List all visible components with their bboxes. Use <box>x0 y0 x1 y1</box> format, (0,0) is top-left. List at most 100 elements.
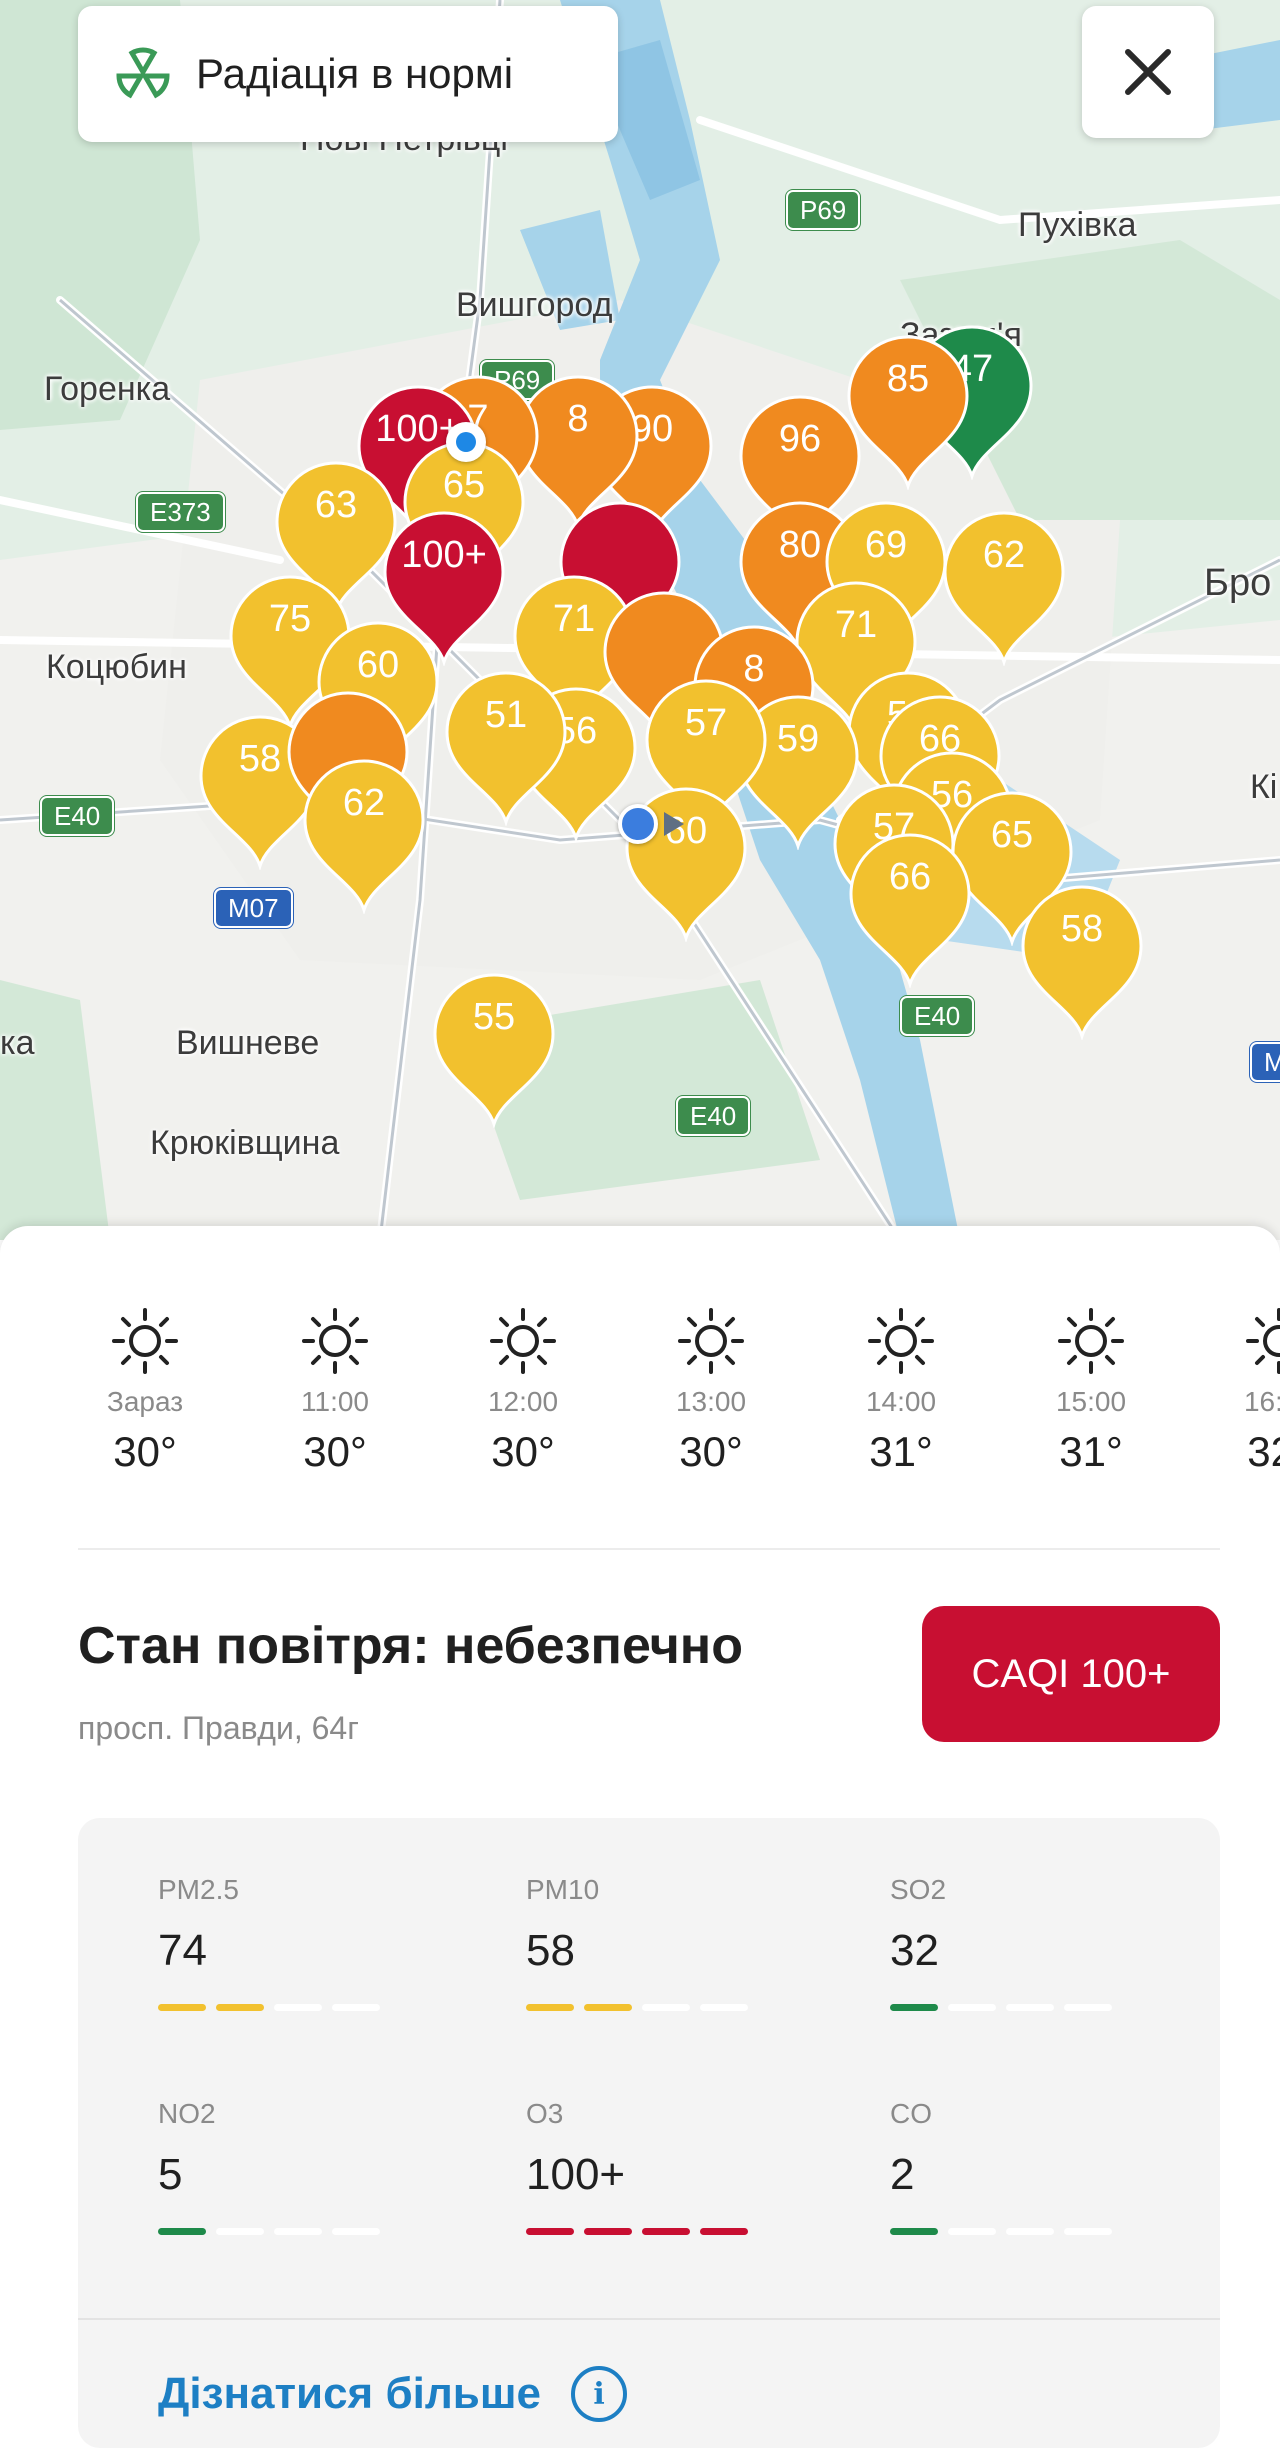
forecast-temp: 30° <box>303 1428 367 1475</box>
radiation-status-pill[interactable]: Радіація в нормі <box>78 6 618 142</box>
station-details-sheet: Зараз 30° 11:00 30° 12:00 30° 13:00 30° … <box>0 1226 1280 2460</box>
forecast-item: Зараз 30° <box>70 1306 220 1476</box>
learn-more-link[interactable]: Дізнатися більше i <box>158 2366 628 2422</box>
level-bar <box>1006 2004 1054 2011</box>
level-bar <box>526 2004 574 2011</box>
pollutant-value: 74 <box>158 1926 207 1975</box>
place-label: Пухівка <box>1018 206 1137 244</box>
aqi-marker-value: 62 <box>342 782 386 824</box>
section-divider <box>78 1548 1220 1550</box>
aqi-marker-value: 100+ <box>401 534 487 576</box>
sun-icon <box>1246 1308 1280 1374</box>
radiation-status-label: Радіація в нормі <box>196 50 514 97</box>
sun-icon <box>1058 1308 1124 1374</box>
selected-station-dot[interactable] <box>446 422 486 462</box>
level-bar <box>1064 2004 1112 2011</box>
aqi-marker-value: 62 <box>982 534 1026 576</box>
pollutant-level-bars <box>526 2004 786 2011</box>
level-bar <box>584 2228 632 2235</box>
aqi-marker[interactable]: 62 <box>299 754 429 914</box>
map-pin-icon <box>943 511 1065 666</box>
pollutant-no2: NO2 5 <box>158 2098 418 2235</box>
card-divider <box>78 2318 1220 2320</box>
pollutant-value: 2 <box>890 2150 915 2199</box>
level-bar <box>642 2228 690 2235</box>
forecast-time: 15:00 <box>1055 1386 1127 1417</box>
forecast-item: 14:00 31° <box>826 1306 976 1476</box>
place-label: Бро <box>1204 562 1272 604</box>
aqi-marker-value: 55 <box>472 996 516 1038</box>
map-pin-icon <box>1021 885 1143 1040</box>
station-address: просп. Правди, 64г <box>78 1710 359 1746</box>
level-bar <box>948 2228 996 2235</box>
pollutant-value: 58 <box>526 1926 575 1975</box>
level-bar <box>332 2004 380 2011</box>
air-quality-title: Стан повітря: небезпечно <box>78 1617 743 1675</box>
close-button[interactable] <box>1082 6 1214 138</box>
sun-icon <box>112 1308 178 1374</box>
place-label: Кі <box>1250 768 1278 806</box>
pollutant-co: CO 2 <box>890 2098 1150 2235</box>
aqi-marker[interactable]: 58 <box>1017 880 1147 1040</box>
pollutant-name: NO2 <box>158 2098 216 2129</box>
level-bar <box>1064 2228 1112 2235</box>
info-icon: i <box>571 2366 628 2422</box>
pollutant-value: 32 <box>890 1926 939 1975</box>
place-label: Крюківщина <box>150 1124 340 1162</box>
sun-icon <box>868 1308 934 1374</box>
aqi-marker-value: 58 <box>1060 908 1104 950</box>
sun-icon <box>678 1308 744 1374</box>
caqi-badge[interactable]: CAQI 100+ <box>922 1606 1220 1742</box>
place-label: Вишгород <box>456 286 613 324</box>
aqi-marker[interactable]: 66 <box>845 828 975 988</box>
forecast-time: 14:00 <box>865 1386 937 1417</box>
forecast-temp: 30° <box>113 1428 177 1475</box>
road-shield: E40 <box>900 996 975 1036</box>
level-bar <box>948 2004 996 2011</box>
aqi-marker-value: 69 <box>864 524 908 566</box>
aqi-marker[interactable]: 51 <box>441 666 571 826</box>
forecast-time: Зараз <box>106 1386 184 1417</box>
place-label: Горенка <box>44 370 171 408</box>
air-quality-map[interactable]: Нові Петрівці Вишгород Пухівка Зазим'я Г… <box>0 0 1280 1240</box>
forecast-item: 15:00 31° <box>1016 1306 1166 1476</box>
forecast-item: 12:00 30° <box>448 1306 598 1476</box>
map-pin-icon <box>849 833 971 988</box>
pollutant-value: 5 <box>158 2150 183 2199</box>
forecast-temp: 31° <box>869 1428 933 1475</box>
close-icon <box>1125 49 1171 95</box>
user-location-dot <box>618 804 658 844</box>
aqi-marker-value: 96 <box>778 418 822 460</box>
aqi-marker-value: 66 <box>888 856 932 898</box>
hourly-forecast[interactable]: Зараз 30° 11:00 30° 12:00 30° 13:00 30° … <box>0 1306 1280 1486</box>
level-bar <box>216 2228 264 2235</box>
pollutant-level-bars <box>890 2228 1150 2235</box>
road-shield: E40 <box>676 1096 751 1136</box>
road-shield: E373 <box>136 492 225 532</box>
level-bar <box>216 2004 264 2011</box>
pollutant-so2: SO2 32 <box>890 1874 1150 2011</box>
level-bar <box>700 2228 748 2235</box>
map-pin-icon <box>433 973 555 1128</box>
road-shield: M07 <box>214 888 293 928</box>
learn-more-label: Дізнатися більше <box>158 2369 542 2418</box>
pollutant-name: O3 <box>526 2098 564 2129</box>
pollutant-level-bars <box>158 2004 418 2011</box>
pollutant-pm10: PM10 58 <box>526 1874 786 2011</box>
pollutant-level-bars <box>890 2004 1150 2011</box>
pollutant-name: PM2.5 <box>158 1874 239 1905</box>
pollutant-name: CO <box>890 2098 932 2129</box>
forecast-temp: 30° <box>679 1428 743 1475</box>
road-shield: P69 <box>786 190 861 230</box>
forecast-item: 11:00 30° <box>260 1306 410 1476</box>
level-bar <box>158 2004 206 2011</box>
level-bar <box>158 2228 206 2235</box>
map-pin-icon <box>445 671 567 826</box>
map-pin-icon <box>303 759 425 914</box>
place-label: ка <box>0 1024 35 1062</box>
level-bar <box>526 2228 574 2235</box>
aqi-marker[interactable]: 55 <box>429 968 559 1128</box>
level-bar <box>274 2228 322 2235</box>
level-bar <box>700 2004 748 2011</box>
aqi-marker[interactable]: 62 <box>939 506 1069 666</box>
